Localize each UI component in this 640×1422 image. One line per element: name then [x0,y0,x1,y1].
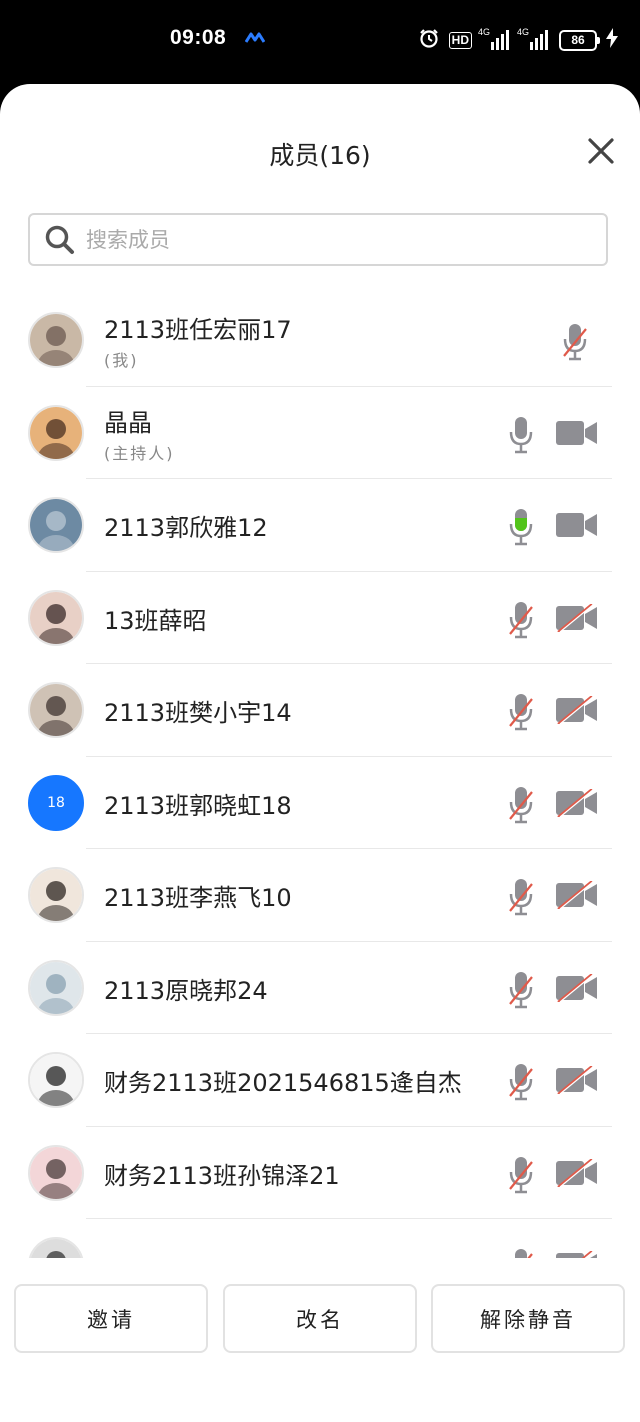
mic-muted-icon[interactable] [562,323,588,361]
avatar [28,1237,84,1258]
member-name: 晶晶 [104,408,152,437]
member-row[interactable]: 2113班任宏丽17 (我) [0,294,640,387]
avatar [28,959,84,1016]
camera-off-icon[interactable] [556,880,598,910]
member-row[interactable]: 13班薛昭 [0,572,640,664]
camera-icon[interactable] [556,511,598,539]
member-row[interactable]: 晶晶 (主持人) [0,387,640,479]
member-name: 财务2113班2021546815逄自杰 [104,1069,462,1097]
member-name: 2113班郭晓虹18 [104,791,292,820]
alarm-icon [418,27,440,53]
mic-muted-icon[interactable] [508,1156,534,1194]
signal-icon-2: 4G [517,27,550,50]
mic-muted-icon[interactable] [508,786,534,824]
mic-muted-icon[interactable] [508,1063,534,1101]
network-type-label-2: 4G [517,27,530,37]
member-row[interactable]: 2113班李燕飞10 [0,849,640,942]
hd-voice-icon: HD [448,31,472,49]
search-bar[interactable] [28,213,608,266]
member-name: 2113班樊小宇14 [104,699,292,727]
mic-muted-icon[interactable] [508,878,534,916]
avatar [28,589,84,646]
network-type-label: 4G [478,27,491,37]
rename-button[interactable]: 改名 [223,1284,417,1353]
member-row[interactable]: 2113郭欣雅12 [0,479,640,572]
close-icon [588,138,614,164]
member-name: 2113郭欣雅12 [104,514,268,542]
member-name: 财务2113班孙锦泽21 [104,1161,340,1190]
search-input[interactable] [84,226,606,253]
member-row[interactable] [0,1219,640,1258]
member-role: (主持人) [104,443,175,463]
member-name: 2113班李燕飞10 [104,884,292,912]
mic-muted-icon[interactable] [508,1248,534,1258]
member-row[interactable]: 财务2113班孙锦泽21 [0,1127,640,1219]
close-button[interactable] [586,136,616,166]
camera-off-icon[interactable] [556,1065,598,1095]
camera-off-icon[interactable] [556,972,598,1003]
camera-icon[interactable] [556,419,598,447]
avatar: 18 [28,774,84,831]
member-row[interactable]: 2113原晓邦24 [0,942,640,1034]
member-list[interactable]: 2113班任宏丽17 (我) 晶晶 (主持人) 2113郭欣雅12 13班薛昭 2113班樊… [0,294,640,1258]
member-name: 2113班任宏丽17 [104,316,292,344]
avatar [28,1052,84,1108]
mic-icon[interactable] [508,508,534,546]
unmute-button[interactable]: 解除静音 [431,1284,625,1353]
mic-muted-icon[interactable] [508,693,534,731]
status-time: 09:08 [170,26,227,49]
page-title: 成员(16) [269,141,371,170]
mic-icon[interactable] [508,416,534,454]
mic-muted-icon[interactable] [508,601,534,639]
avatar [28,312,84,368]
member-role: (我) [104,351,139,370]
charging-icon [606,28,618,52]
camera-off-icon[interactable] [556,1250,598,1258]
search-icon [45,225,74,254]
avatar [28,682,84,738]
avatar [28,497,84,553]
member-row[interactable]: 2113班樊小宇14 [0,664,640,757]
camera-off-icon[interactable] [556,602,598,633]
signal-icon: 4G [478,27,511,50]
camera-off-icon[interactable] [556,695,598,725]
avatar [28,404,84,461]
member-row[interactable]: 18 2113班郭晓虹18 [0,757,640,849]
avatar [28,867,84,923]
member-row[interactable]: 财务2113班2021546815逄自杰 [0,1034,640,1127]
members-sheet: 成员(16) 2113班任宏丽17 (我) 晶晶 (主持人) 2113郭欣雅12 13班薛… [0,84,640,1422]
member-name: 2113原晓邦24 [104,976,268,1005]
camera-off-icon[interactable] [556,1157,598,1188]
app-notification-icon [244,30,266,49]
battery-icon: 86 [559,29,600,51]
invite-button[interactable]: 邀请 [14,1284,208,1353]
status-bar: 09:08 HD 4G 4G 86 [0,0,640,82]
footer-bar: 邀请 改名 解除静音 [0,1265,640,1422]
avatar [28,1144,84,1201]
member-name: 13班薛昭 [104,606,207,635]
mic-muted-icon[interactable] [508,971,534,1009]
camera-off-icon[interactable] [556,787,598,818]
